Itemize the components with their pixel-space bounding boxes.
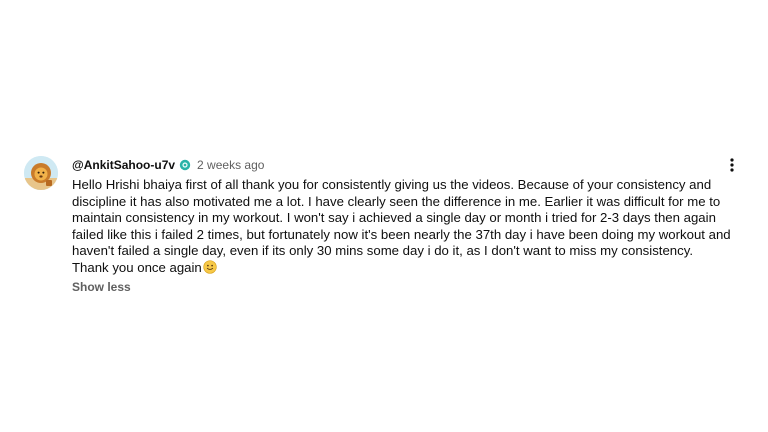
comment-text-content: Hello Hrishi bhaiya first of all thank y… <box>72 177 731 275</box>
comment-text: Hello Hrishi bhaiya first of all thank y… <box>72 177 732 277</box>
comment-timestamp[interactable]: 2 weeks ago <box>197 158 264 172</box>
show-less-button[interactable]: Show less <box>72 280 131 294</box>
comment-header: @AnkitSahoo-u7v 2 weeks ago <box>72 155 732 175</box>
member-badge-icon <box>179 159 191 171</box>
slightly-smiling-face-icon <box>203 260 217 274</box>
comment-body: @AnkitSahoo-u7v 2 weeks ago Hello Hrishi… <box>72 155 732 296</box>
lion-avatar-icon <box>24 156 58 190</box>
avatar[interactable] <box>24 156 58 190</box>
author-name[interactable]: @AnkitSahoo-u7v <box>72 158 175 172</box>
more-vert-icon[interactable] <box>720 153 744 177</box>
comments-page: @AnkitSahoo-u7v 2 weeks ago Hello Hrishi… <box>0 0 768 432</box>
